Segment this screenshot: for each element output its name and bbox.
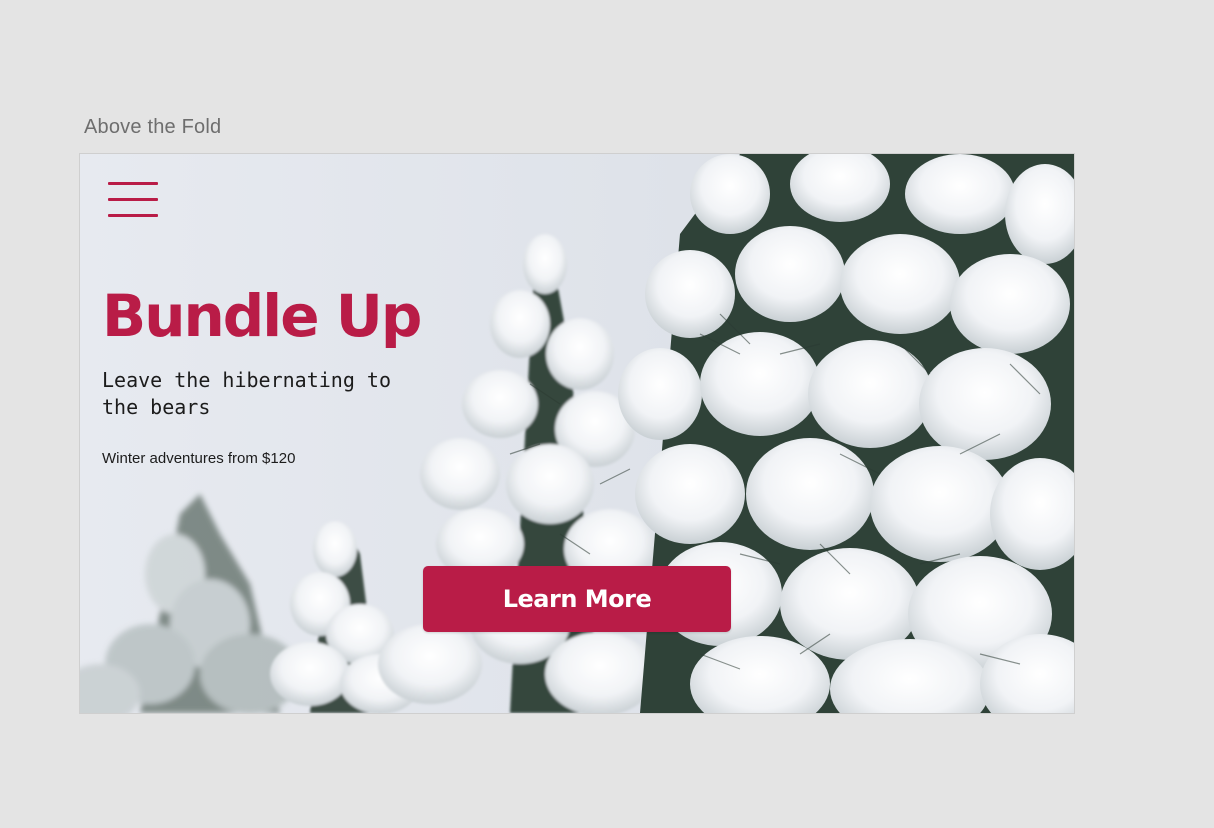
menu-bar	[108, 182, 158, 185]
hero-tagline: Leave the hibernating to the bears	[102, 368, 391, 419]
hamburger-menu-icon[interactable]	[108, 182, 160, 220]
menu-bar	[108, 198, 158, 201]
artboard-label[interactable]: Above the Fold	[84, 116, 221, 139]
hero-headline: Bundle Up	[102, 282, 422, 350]
price-note: Winter adventures from $120	[102, 450, 296, 467]
design-canvas: Above the Fold Bundle Up Leave the hiber…	[0, 0, 1214, 828]
learn-more-button[interactable]: Learn More	[423, 566, 731, 632]
menu-bar	[108, 214, 158, 217]
hero-artboard[interactable]: Bundle Up Leave the hibernating to the b…	[79, 153, 1075, 714]
